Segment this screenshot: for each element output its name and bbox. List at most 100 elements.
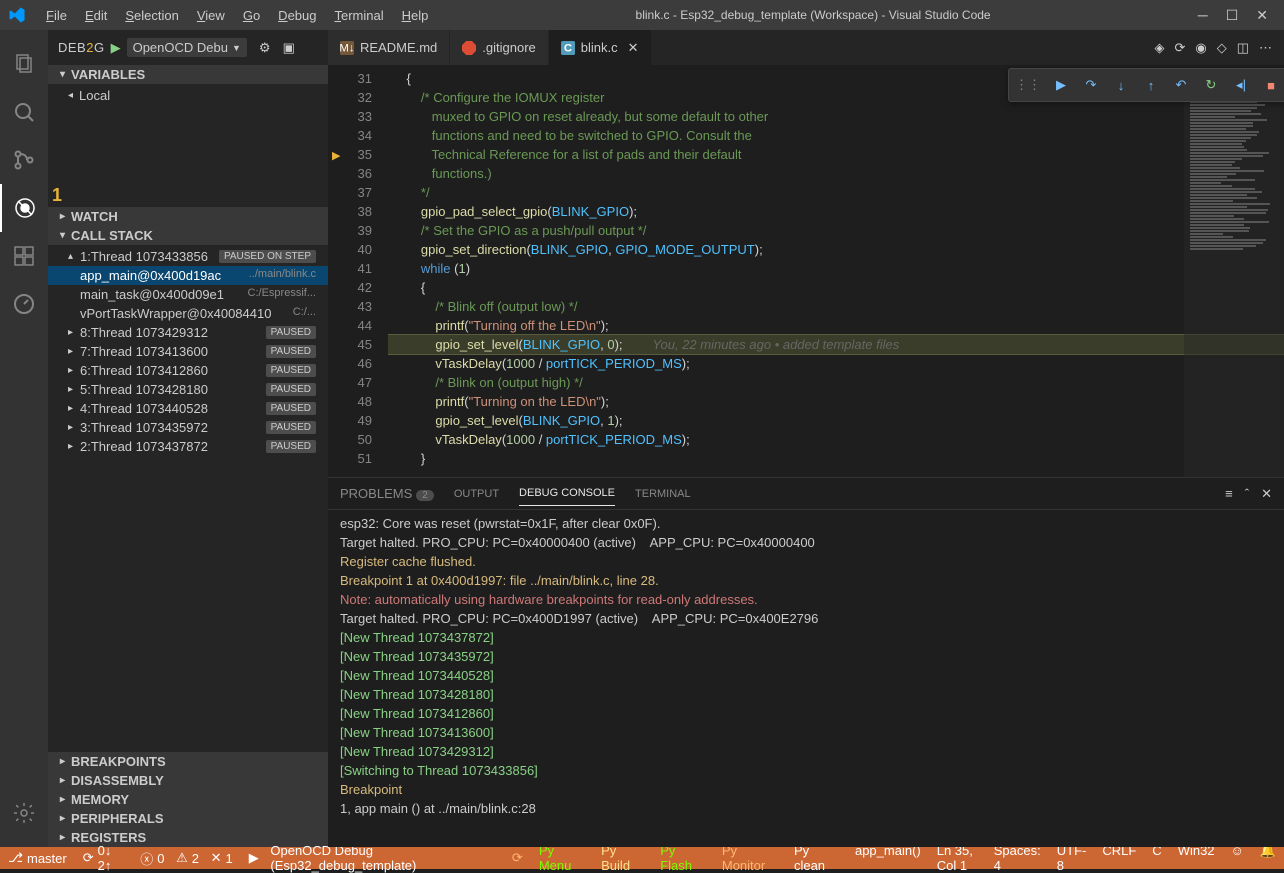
py-build[interactable]: Py Build xyxy=(593,847,652,869)
terminal-tab[interactable]: TERMINAL xyxy=(635,482,691,506)
tab-gitignore[interactable]: .gitignore xyxy=(450,30,548,65)
tab-action-icon[interactable]: ◇ xyxy=(1217,40,1227,56)
timeline-icon[interactable] xyxy=(0,280,48,328)
editor-tabs: M↓ README.md .gitignore C blink.c ✕ ◈ ⟳ … xyxy=(328,30,1284,65)
thread-row[interactable]: ▴1:Thread 1073433856PAUSED ON STEP xyxy=(48,247,328,266)
error-icon: ⓧ xyxy=(140,849,153,868)
memory-panel-header[interactable]: ▸MEMORY xyxy=(48,790,328,809)
more-actions-icon[interactable]: ⋯ xyxy=(1259,40,1272,56)
minimize-button[interactable]: ─ xyxy=(1198,7,1208,24)
menu-edit[interactable]: Edit xyxy=(77,4,115,27)
debug-label: DEB2G xyxy=(58,40,105,55)
main-menu: FileEditSelectionViewGoDebugTerminalHelp xyxy=(38,4,436,27)
stack-frame[interactable]: main_task@0x400d09e1C:/Espressif... xyxy=(48,285,328,304)
menu-debug[interactable]: Debug xyxy=(270,4,324,27)
tab-action-icon[interactable]: ◈ xyxy=(1154,40,1164,56)
py-monitor[interactable]: Py Monitor xyxy=(714,847,786,869)
debug-config-dropdown[interactable]: OpenOCD Debu ▼ xyxy=(127,38,247,57)
x-icon: ✕ xyxy=(211,850,222,866)
terminal-tabs: PROBLEMS2 OUTPUT DEBUG CONSOLE TERMINAL … xyxy=(328,478,1284,510)
debug-icon[interactable] xyxy=(0,184,48,232)
reverse-button[interactable]: ◂| xyxy=(1229,73,1253,97)
watch-panel-header[interactable]: ▸WATCH xyxy=(48,207,328,226)
variables-panel-header[interactable]: ▾VARIABLES xyxy=(48,65,328,84)
step-into-button[interactable]: ↓ xyxy=(1109,73,1133,97)
thread-row[interactable]: ▸2:Thread 1073437872PAUSED xyxy=(48,437,328,456)
thread-row[interactable]: ▸4:Thread 1073440528PAUSED xyxy=(48,399,328,418)
line-gutter: 3132333435▶36373839404142434445464748495… xyxy=(328,65,388,477)
menu-go[interactable]: Go xyxy=(235,4,268,27)
debug-console-output[interactable]: esp32: Core was reset (pwrstat=0x1F, aft… xyxy=(328,510,1284,847)
stack-frame[interactable]: app_main@0x400d19ac../main/blink.c xyxy=(48,266,328,285)
explorer-icon[interactable] xyxy=(0,40,48,88)
thread-row[interactable]: ▸7:Thread 1073413600PAUSED xyxy=(48,342,328,361)
window-controls: ─ ☐ ✕ xyxy=(1190,7,1276,24)
step-over-button[interactable]: ↷ xyxy=(1079,73,1103,97)
settings-icon[interactable] xyxy=(0,789,48,837)
debug-target[interactable]: ▶ OpenOCD Debug (Esp32_debug_template) xyxy=(241,847,504,869)
py-clean[interactable]: Py clean xyxy=(786,847,847,869)
editor-area: M↓ README.md .gitignore C blink.c ✕ ◈ ⟳ … xyxy=(328,30,1284,847)
minimap[interactable] xyxy=(1184,100,1284,477)
titlebar: FileEditSelectionViewGoDebugTerminalHelp… xyxy=(0,0,1284,30)
menu-view[interactable]: View xyxy=(189,4,233,27)
source-control-icon[interactable] xyxy=(0,136,48,184)
filter-icon[interactable]: ≡ xyxy=(1225,486,1233,502)
statusbar: ⎇master ⟳0↓ 2↑ ⓧ0 ⚠2 ✕1 ▶ OpenOCD Debug … xyxy=(0,847,1284,869)
stop-button[interactable]: ■ xyxy=(1259,73,1283,97)
search-icon[interactable] xyxy=(0,88,48,136)
stack-frame[interactable]: vPortTaskWrapper@0x40084410C:/... xyxy=(48,304,328,323)
debug-settings-icon[interactable]: ⚙ xyxy=(259,40,271,56)
callstack-panel-header[interactable]: ▾CALL STACK xyxy=(48,226,328,245)
start-debug-button[interactable]: ▶ xyxy=(111,40,121,56)
thread-row[interactable]: ▸6:Thread 1073412860PAUSED xyxy=(48,361,328,380)
peripherals-panel-header[interactable]: ▸PERIPHERALS xyxy=(48,809,328,828)
debug-toolbar[interactable]: ⋮⋮ ▶ ↷ ↓ ↑ ↶ ↻ ◂| ■ xyxy=(1008,68,1284,102)
debug-console-tab[interactable]: DEBUG CONSOLE xyxy=(519,481,615,506)
git-branch[interactable]: ⎇master xyxy=(0,847,75,869)
menu-selection[interactable]: Selection xyxy=(117,4,186,27)
drag-handle-icon[interactable]: ⋮⋮ xyxy=(1013,77,1043,93)
close-panel-icon[interactable]: ✕ xyxy=(1261,486,1272,502)
debug-sidebar: DEB2G ▶ OpenOCD Debu ▼ ⚙ ▣ ▾VARIABLES ◂L… xyxy=(48,30,328,847)
tab-blink[interactable]: C blink.c ✕ xyxy=(549,30,652,65)
close-tab-icon[interactable]: ✕ xyxy=(628,40,639,56)
breakpoints-panel-header[interactable]: ▸BREAKPOINTS xyxy=(48,752,328,771)
branch-icon: ⎇ xyxy=(8,850,23,866)
step-back-button[interactable]: ↶ xyxy=(1169,73,1193,97)
window-title: blink.c - Esp32_debug_template (Workspac… xyxy=(436,8,1189,22)
errors-warnings[interactable]: ⓧ0 ⚠2 ✕1 xyxy=(132,847,241,869)
local-scope[interactable]: ◂Local xyxy=(48,86,328,105)
py-menu[interactable]: Py Menu xyxy=(531,847,593,869)
tab-action-icon[interactable]: ⟳ xyxy=(1174,40,1185,56)
restart-button[interactable]: ↻ xyxy=(1199,73,1223,97)
tab-readme[interactable]: M↓ README.md xyxy=(328,30,450,65)
refresh-icon[interactable]: ⟳ xyxy=(504,847,531,869)
menu-file[interactable]: File xyxy=(38,4,75,27)
code-editor[interactable]: 3132333435▶36373839404142434445464748495… xyxy=(328,65,1284,477)
collapse-icon[interactable]: ˆ xyxy=(1245,486,1249,502)
output-tab[interactable]: OUTPUT xyxy=(454,482,499,506)
step-out-button[interactable]: ↑ xyxy=(1139,73,1163,97)
git-sync[interactable]: ⟳0↓ 2↑ xyxy=(75,847,133,869)
continue-button[interactable]: ▶ xyxy=(1049,73,1073,97)
disassembly-panel-header[interactable]: ▸DISASSEMBLY xyxy=(48,771,328,790)
problems-tab[interactable]: PROBLEMS2 xyxy=(340,480,434,507)
menu-help[interactable]: Help xyxy=(394,4,437,27)
tab-action-icon[interactable]: ◉ xyxy=(1195,40,1206,56)
debug-console-icon[interactable]: ▣ xyxy=(283,40,295,56)
close-button[interactable]: ✕ xyxy=(1256,7,1268,24)
maximize-button[interactable]: ☐ xyxy=(1226,7,1239,24)
split-editor-icon[interactable]: ◫ xyxy=(1237,40,1249,56)
thread-row[interactable]: ▸5:Thread 1073428180PAUSED xyxy=(48,380,328,399)
extensions-icon[interactable] xyxy=(0,232,48,280)
menu-terminal[interactable]: Terminal xyxy=(326,4,391,27)
code-content[interactable]: { /* Configure the IOMUX register muxed … xyxy=(388,65,1284,477)
thread-row[interactable]: ▸3:Thread 1073435972PAUSED xyxy=(48,418,328,437)
git-icon xyxy=(462,41,476,55)
vscode-logo-icon xyxy=(8,6,26,24)
py-flash[interactable]: Py Flash xyxy=(652,847,714,869)
debug-header: DEB2G ▶ OpenOCD Debu ▼ ⚙ ▣ xyxy=(48,30,328,65)
activity-bar: 1 xyxy=(0,30,48,847)
thread-row[interactable]: ▸8:Thread 1073429312PAUSED xyxy=(48,323,328,342)
